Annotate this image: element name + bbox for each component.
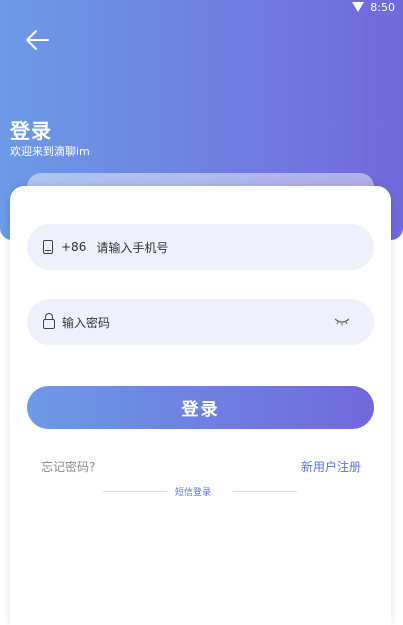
password-field[interactable]: 输入密码 — [27, 299, 374, 345]
country-code[interactable]: +86 — [61, 240, 86, 254]
login-card: +86 请输入手机号 输入密码 登录 忘记密码? 新用户注册 短信登录 — [10, 186, 391, 625]
sms-login-link[interactable]: 短信登录 — [175, 485, 211, 498]
lock-icon — [43, 313, 55, 329]
phone-field[interactable]: +86 请输入手机号 — [27, 224, 374, 270]
back-button[interactable] — [24, 28, 50, 52]
password-placeholder: 输入密码 — [62, 315, 111, 330]
phone-placeholder: 请输入手机号 — [96, 240, 169, 255]
page-title: 登录 — [10, 119, 52, 143]
divider-left — [103, 491, 167, 492]
login-button[interactable]: 登录 — [27, 386, 374, 429]
eye-closed-icon[interactable] — [334, 316, 350, 326]
phone-icon — [43, 240, 53, 254]
forgot-password-link[interactable]: 忘记密码? — [41, 458, 95, 475]
page-subtitle: 欢迎来到滴聊im — [10, 145, 90, 158]
wifi-icon — [352, 2, 365, 12]
divider-right — [233, 491, 297, 492]
status-time: 8:50 — [370, 0, 395, 14]
status-bar: 8:50 — [352, 0, 395, 14]
register-link[interactable]: 新用户注册 — [301, 458, 361, 475]
back-arrow-icon — [26, 30, 49, 50]
